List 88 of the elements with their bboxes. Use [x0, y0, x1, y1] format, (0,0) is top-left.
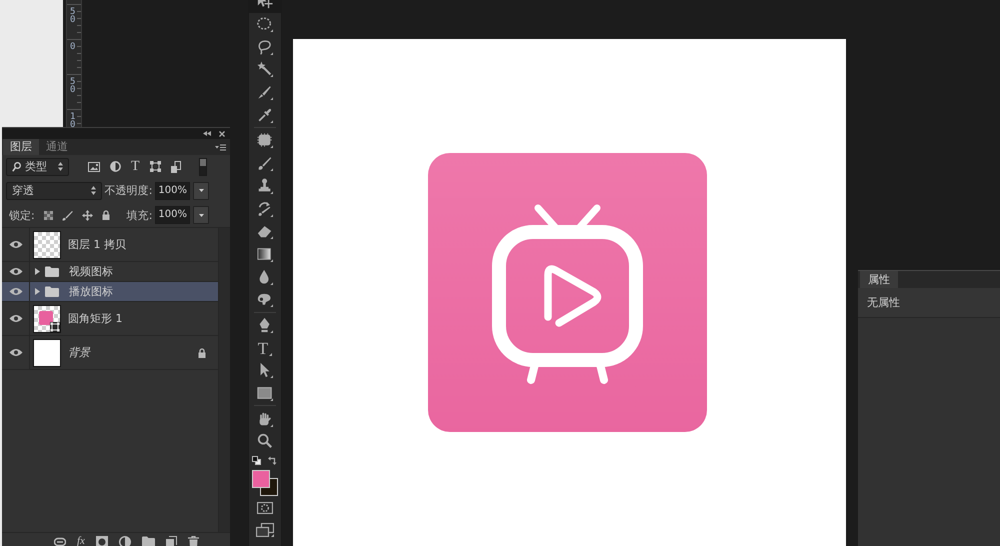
color-selector-icon[interactable]	[252, 470, 278, 496]
ellipse-marquee-icon	[257, 16, 273, 32]
tab[interactable]: 通道	[39, 139, 75, 155]
layer-name: 视频图标	[69, 264, 113, 279]
bandage-icon	[257, 132, 273, 148]
ruler-label: 50	[70, 78, 76, 94]
adjustment-icon[interactable]	[118, 536, 131, 546]
eyedropper-icon	[257, 106, 273, 123]
default-colors-icon[interactable]	[252, 456, 261, 465]
vector-badge-icon	[50, 322, 60, 332]
expand-arrow-icon[interactable]	[35, 268, 40, 275]
expand-arrow-icon[interactable]	[35, 288, 40, 295]
fx-button[interactable]: fx	[77, 536, 85, 546]
fill-label: 填充:	[126, 208, 152, 222]
screen-mode-icon[interactable]	[256, 522, 274, 537]
lock-all-icon[interactable]	[102, 210, 110, 220]
ruler-label: 50	[70, 8, 76, 24]
search-icon	[12, 162, 21, 172]
selection-brush-icon	[257, 84, 273, 100]
tv-play-icon	[492, 204, 643, 384]
brush-icon	[257, 155, 273, 172]
ruler-label: 0	[70, 43, 76, 51]
updown-arrows-icon	[58, 162, 63, 171]
eye-icon[interactable]	[8, 314, 22, 323]
eye-icon[interactable]	[8, 240, 22, 249]
flyout-corner-icon	[269, 353, 272, 356]
adjustment-filter-icon[interactable]	[110, 161, 121, 172]
layer-thumbnail	[33, 230, 61, 258]
collapse-icon[interactable]	[203, 131, 211, 136]
layer-row[interactable]: 图层 1 拷贝	[2, 228, 218, 262]
rounded-square-icon	[39, 310, 53, 324]
fill-menu-button[interactable]	[193, 206, 209, 224]
eye-icon[interactable]	[8, 348, 22, 357]
folder-icon	[45, 286, 59, 297]
mask-icon[interactable]	[96, 536, 108, 546]
ruler-label: 10	[70, 113, 76, 127]
updown-arrows-icon	[91, 186, 96, 195]
layer-name: 圆角矩形 1	[68, 311, 122, 326]
swap-colors-icon[interactable]	[268, 456, 277, 465]
panel-menu-icon[interactable]	[215, 144, 226, 150]
sponge-icon	[257, 291, 273, 308]
gradient-icon	[257, 246, 273, 262]
layer-thumbnail	[33, 338, 61, 366]
rectangle-icon	[257, 385, 273, 402]
opacity-menu-button[interactable]	[193, 182, 209, 200]
layer-name: 播放图标	[69, 284, 113, 299]
link-icon[interactable]	[54, 536, 66, 546]
eye-icon[interactable]	[8, 267, 22, 276]
tab[interactable]: 图层	[3, 139, 39, 155]
quick-mask-icon[interactable]	[257, 502, 273, 514]
lasso-icon	[257, 38, 273, 55]
opacity-label: 不透明度:	[104, 183, 152, 198]
caret-icon	[198, 189, 204, 192]
caret-icon	[198, 214, 204, 216]
lock-label: 锁定:	[9, 208, 35, 222]
layer-row[interactable]: 播放图标	[2, 282, 218, 302]
scrollbar[interactable]	[218, 228, 230, 532]
lock-position-icon[interactable]	[82, 210, 93, 220]
layer-name: 图层 1 拷贝	[68, 237, 126, 252]
stamp-icon	[257, 178, 273, 194]
zoom-icon	[257, 433, 273, 450]
close-icon[interactable]	[219, 130, 225, 136]
filter-toggle[interactable]	[198, 158, 207, 176]
filter-dropdown[interactable]: 类型	[6, 158, 69, 176]
layer-row[interactable]: 圆角矩形 1	[2, 302, 218, 336]
new-layer-icon[interactable]	[166, 536, 177, 546]
trash-icon[interactable]	[188, 536, 199, 546]
lock-pixels-icon[interactable]	[62, 210, 73, 220]
layer-name: 背景	[68, 345, 90, 360]
tab[interactable]: 属性	[860, 271, 898, 288]
lock-transparency-icon[interactable]	[44, 210, 53, 220]
folder-icon[interactable]	[142, 536, 155, 546]
eye-icon[interactable]	[8, 287, 22, 296]
magic-wand-icon	[257, 61, 273, 78]
tool-button[interactable]: T	[249, 336, 281, 359]
layer-row[interactable]: 背景	[2, 336, 218, 370]
smart-object-filter-icon[interactable]	[170, 160, 181, 172]
folder-icon	[45, 266, 59, 277]
drop-icon	[257, 268, 273, 285]
opacity-field[interactable]: 100%	[155, 182, 190, 200]
pen-nib-icon	[257, 316, 273, 333]
type-filter-button[interactable]: T	[131, 160, 140, 174]
fill-field[interactable]: 100%	[155, 206, 190, 224]
history-brush-icon	[257, 200, 273, 217]
image-filter-icon[interactable]	[88, 162, 100, 172]
blend-mode-dropdown[interactable]: 穿透	[6, 182, 102, 200]
hand-icon	[257, 410, 273, 427]
shape-filter-icon[interactable]	[150, 161, 161, 172]
